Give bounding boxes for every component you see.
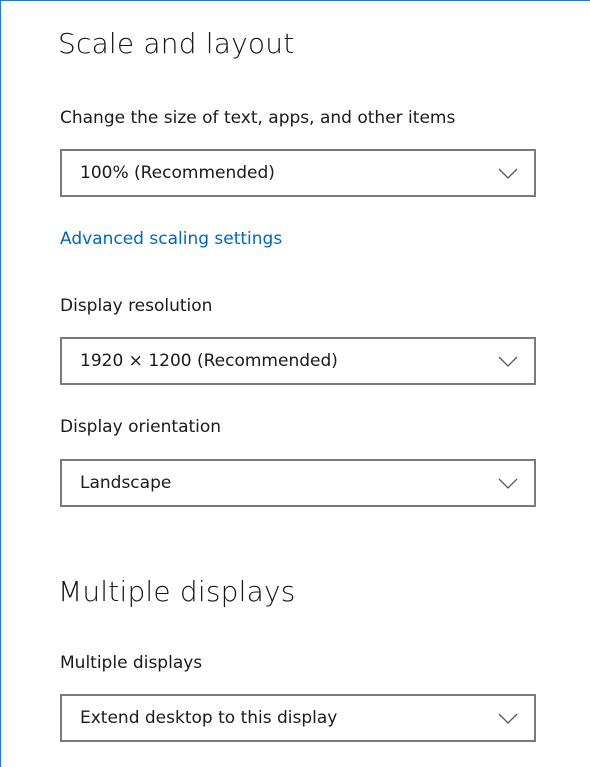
text-size-value: 100% (Recommended) [80, 163, 275, 183]
chevron-down-icon [498, 168, 518, 179]
display-resolution-label: Display resolution [60, 296, 213, 316]
scale-layout-heading: Scale and layout [58, 27, 295, 60]
chevron-down-icon [498, 713, 518, 724]
settings-window: Scale and layout Change the size of text… [0, 0, 590, 767]
multiple-displays-value: Extend desktop to this display [80, 708, 338, 728]
chevron-down-icon [498, 478, 518, 489]
text-size-dropdown[interactable]: 100% (Recommended) [60, 149, 536, 197]
display-resolution-value: 1920 × 1200 (Recommended) [80, 351, 338, 371]
multiple-displays-heading: Multiple displays [58, 575, 296, 608]
text-size-label: Change the size of text, apps, and other… [60, 108, 456, 128]
display-orientation-dropdown[interactable]: Landscape [60, 459, 536, 507]
display-orientation-value: Landscape [80, 473, 172, 493]
chevron-down-icon [498, 356, 518, 367]
multiple-displays-label: Multiple displays [60, 653, 203, 673]
advanced-scaling-link[interactable]: Advanced scaling settings [60, 229, 282, 249]
display-orientation-label: Display orientation [60, 417, 222, 437]
multiple-displays-dropdown[interactable]: Extend desktop to this display [60, 694, 536, 742]
display-resolution-dropdown[interactable]: 1920 × 1200 (Recommended) [60, 337, 536, 385]
